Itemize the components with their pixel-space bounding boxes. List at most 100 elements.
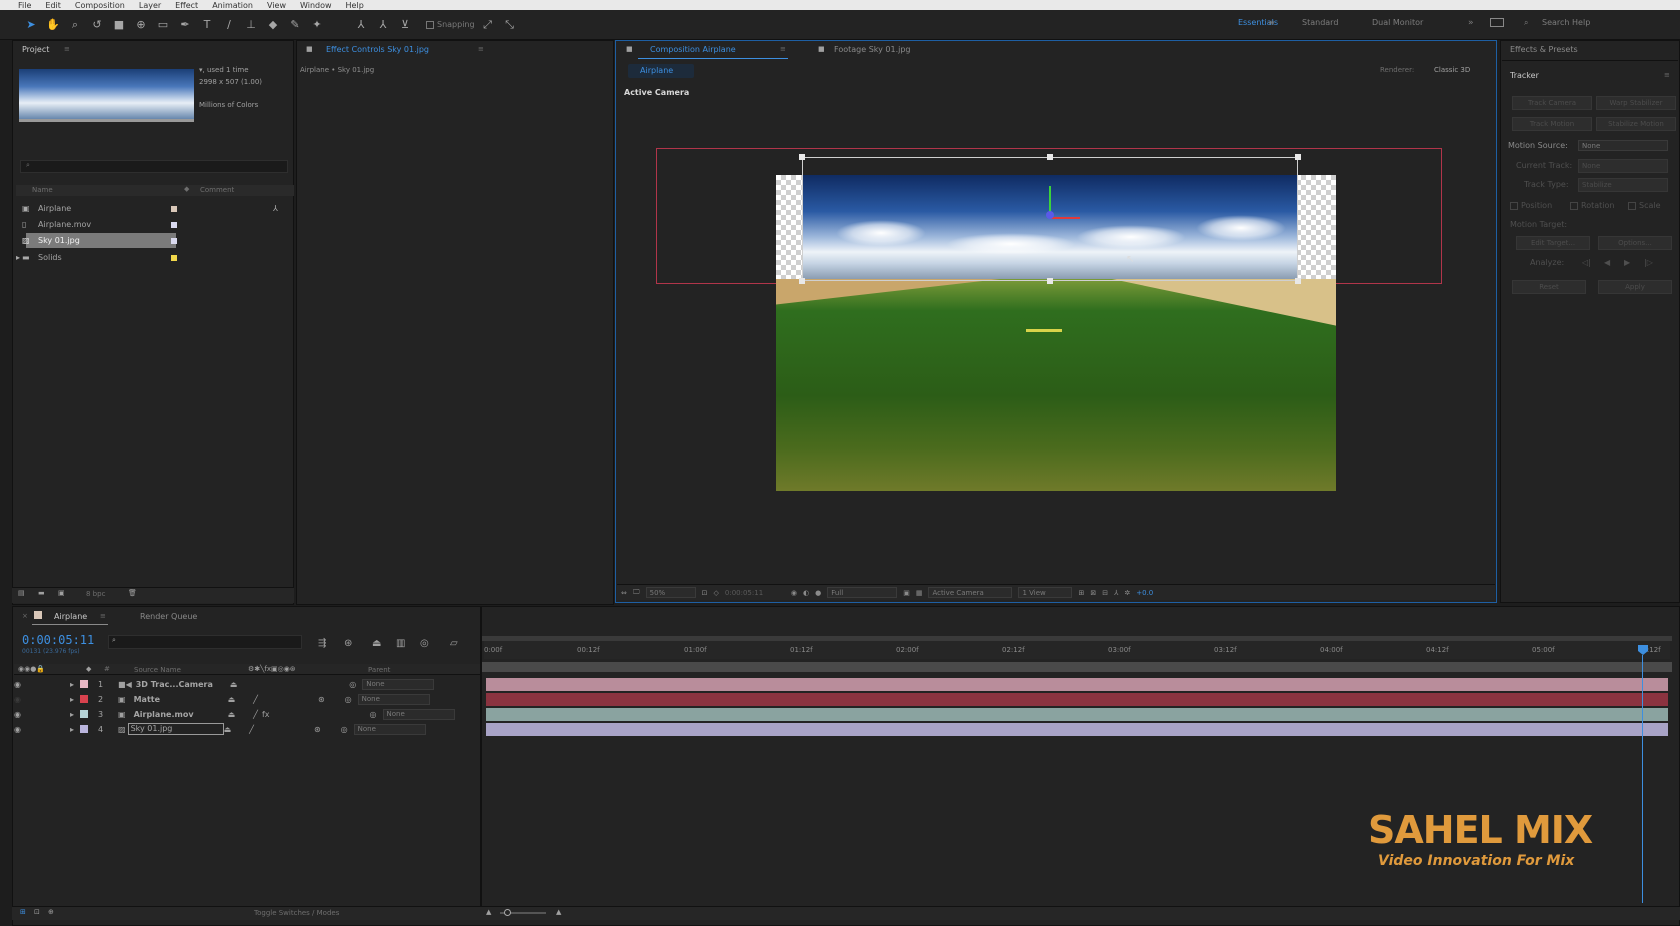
renderer-value[interactable]: Classic 3D <box>1434 66 1470 74</box>
project-item-sky01[interactable]: ▨ Sky 01.jpg <box>22 233 292 248</box>
workspace-standard[interactable]: Standard <box>1302 18 1338 27</box>
apply-button[interactable]: Apply <box>1598 280 1672 294</box>
pan-behind-tool-icon[interactable]: ⊕ <box>132 16 150 34</box>
snapping-toggle[interactable]: Snapping <box>426 20 475 29</box>
stabilize-motion-button[interactable]: Stabilize Motion <box>1596 117 1676 131</box>
menu-effect[interactable]: Effect <box>175 1 198 10</box>
effect-controls-lock-icon[interactable]: ■ <box>306 45 313 53</box>
layer-duration-bar[interactable] <box>486 723 1668 736</box>
motion-source-dropdown[interactable]: None <box>1578 140 1668 151</box>
search-help-input[interactable]: Search Help <box>1542 18 1590 27</box>
twirl-triangle-icon[interactable]: ▸ <box>70 710 74 719</box>
layer-label-swatch[interactable] <box>80 695 89 703</box>
eraser-tool-icon[interactable]: ◆ <box>264 16 282 34</box>
transform-handle[interactable] <box>1295 154 1301 160</box>
workspace-dual-monitor[interactable]: Dual Monitor <box>1372 18 1423 27</box>
frame-blending-icon[interactable]: ▥ <box>396 638 405 649</box>
menu-view[interactable]: View <box>267 1 286 10</box>
flowchart-icon[interactable]: ⅄ <box>273 204 278 213</box>
transform-handle[interactable] <box>799 278 805 284</box>
twirl-triangle-icon[interactable]: ▸ <box>70 680 74 689</box>
layer-name-edit-field[interactable]: Sky 01.jpg <box>127 723 224 735</box>
3d-layer-switch-icon[interactable]: ⊛ <box>318 695 325 704</box>
roto-brush-tool-icon[interactable]: ✎ <box>286 16 304 34</box>
layer-label-swatch[interactable] <box>80 710 89 718</box>
transform-handle[interactable] <box>799 154 805 160</box>
snap-edges-icon[interactable]: ⤢ <box>479 16 497 34</box>
motion-blur-icon[interactable]: ◎ <box>420 638 429 649</box>
graph-editor-icon[interactable]: ▱ <box>450 638 458 649</box>
layer-duration-bar[interactable] <box>486 693 1668 706</box>
twirl-triangle-icon[interactable]: ▸ <box>70 725 74 734</box>
track-motion-button[interactable]: Track Motion <box>1512 117 1592 131</box>
parent-dropdown[interactable]: None <box>382 708 455 720</box>
channel-icon[interactable]: ● <box>815 589 821 597</box>
menu-composition[interactable]: Composition <box>75 1 125 10</box>
hand-tool-icon[interactable]: ✋ <box>44 16 62 34</box>
timeline-pane-divider[interactable] <box>480 606 482 910</box>
source-name-header[interactable]: Source Name <box>134 666 181 674</box>
toggle-pixel-aspect-icon[interactable]: ⊞ <box>1078 589 1084 597</box>
parent-pickwhip-icon[interactable]: ◎ <box>370 710 377 719</box>
playhead-line[interactable] <box>1642 655 1643 903</box>
magnification-dropdown[interactable]: 50% <box>645 587 696 598</box>
modes-pane-icon[interactable]: ⊡ <box>34 908 40 916</box>
effect-controls-tab[interactable]: Effect Controls Sky 01.jpg <box>326 45 429 54</box>
layer-duration-bar[interactable] <box>486 708 1668 721</box>
render-queue-tab[interactable]: Render Queue <box>140 612 197 621</box>
label-color-swatch[interactable] <box>171 254 177 261</box>
options-button[interactable]: Options... <box>1598 236 1672 250</box>
analyze-back-frame-icon[interactable]: ◁| <box>1582 258 1591 267</box>
project-bpc[interactable]: 8 bpc <box>86 590 105 598</box>
menu-help[interactable]: Help <box>346 1 364 10</box>
track-type-dropdown[interactable]: Stabilize <box>1578 178 1668 192</box>
layer-duration-bar[interactable] <box>486 678 1668 691</box>
parent-pickwhip-icon[interactable]: ◎ <box>349 680 356 689</box>
menu-file[interactable]: File <box>18 1 31 10</box>
type-tool-icon[interactable]: T <box>198 16 216 34</box>
resolution-dropdown[interactable]: Full <box>827 587 898 598</box>
quality-switch-icon[interactable]: ╱ <box>253 695 258 704</box>
timeline-close-icon[interactable]: × <box>22 612 28 620</box>
layer-label-swatch[interactable] <box>80 680 89 688</box>
camera-tool-icon[interactable]: ■ <box>110 16 128 34</box>
layer-bounding-box[interactable] <box>802 157 1298 281</box>
transform-handle[interactable] <box>1047 154 1053 160</box>
layer-name[interactable]: 3D Trac...Camera <box>136 680 230 689</box>
snapping-checkbox[interactable] <box>426 20 434 29</box>
layer-name[interactable]: Matte <box>134 695 228 704</box>
pen-tool-icon[interactable]: ✒ <box>176 16 194 34</box>
analyze-forward-icon[interactable]: ▶ <box>1624 258 1630 267</box>
project-item-solids[interactable]: ▸ ▬ Solids <box>16 250 286 265</box>
menu-layer[interactable]: Layer <box>139 1 161 10</box>
project-col-name[interactable]: Name <box>32 186 53 194</box>
new-composition-icon[interactable]: ▣ <box>58 589 65 597</box>
composition-tab[interactable]: Composition Airplane <box>650 45 736 54</box>
always-preview-icon[interactable]: ⇔ <box>621 589 627 597</box>
monitor-icon[interactable]: 🖵 <box>633 588 640 597</box>
effect-controls-menu-icon[interactable]: ≡ <box>478 45 484 53</box>
menu-edit[interactable]: Edit <box>45 1 61 10</box>
reset-exposure-icon[interactable]: ✲ <box>1124 589 1130 597</box>
work-area-bar[interactable] <box>482 662 1672 672</box>
selection-tool-icon[interactable]: ➤ <box>22 16 40 34</box>
layer-label-swatch[interactable] <box>80 725 89 733</box>
timeline-zoom-slider-thumb[interactable] <box>504 909 511 916</box>
timeline-current-time[interactable]: 0:00:05:11 <box>22 633 94 647</box>
puppet-tool-icon[interactable]: ✦ <box>308 16 326 34</box>
parent-dropdown[interactable]: None <box>353 723 426 735</box>
label-column-icon[interactable]: ◆ <box>184 185 189 193</box>
layer-switches-pane-icon[interactable]: ⊞ <box>20 908 26 916</box>
label-color-swatch[interactable] <box>171 221 177 228</box>
effects-switch-icon[interactable]: fx <box>262 710 270 719</box>
comp-lock-icon[interactable]: ■ <box>626 45 633 53</box>
project-menu-icon[interactable]: ≡ <box>64 45 70 53</box>
parent-header[interactable]: Parent <box>368 666 390 674</box>
clone-stamp-tool-icon[interactable]: ⊥ <box>242 16 260 34</box>
view-axis-icon[interactable]: ⊻ <box>396 16 414 34</box>
rotation-checkbox[interactable] <box>1570 202 1578 210</box>
timeline-layer-row[interactable]: ◉ ▸ 4 ▨ Sky 01.jpg ⏏ ╱ ⊛ ◎ None <box>14 722 480 736</box>
timeline-layer-row[interactable]: ◉ ▸ 3 ▣ Airplane.mov ⏏ ╱ fx ◎ None <box>14 707 480 721</box>
world-axis-icon[interactable]: ⅄ <box>374 16 392 34</box>
camera-view-dropdown[interactable]: Active Camera <box>928 587 1013 598</box>
